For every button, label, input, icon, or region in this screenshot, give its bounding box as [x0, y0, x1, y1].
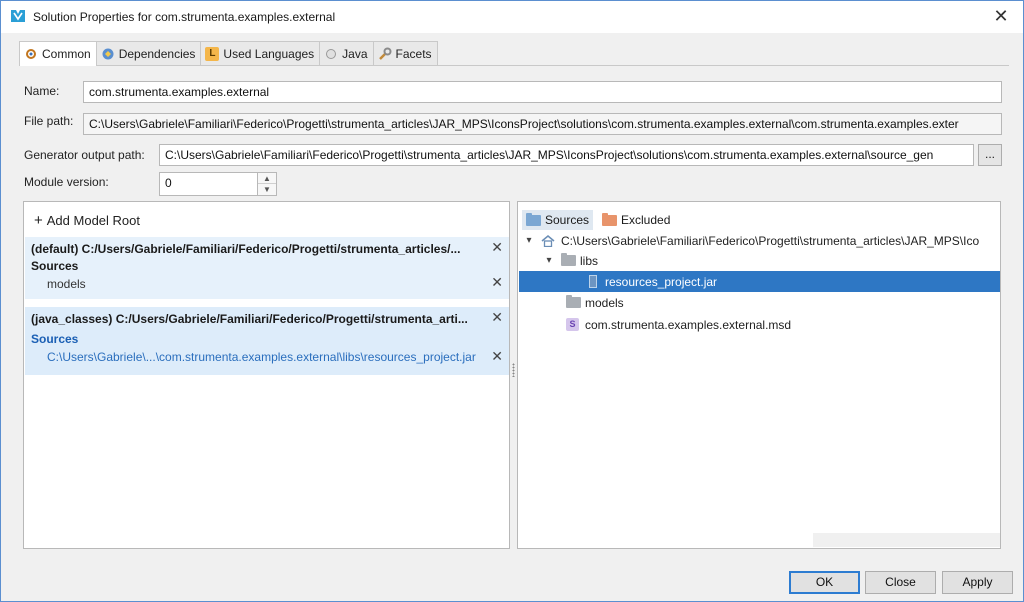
tab-java[interactable]: Java [319, 41, 374, 65]
sources-heading: Sources [31, 259, 79, 273]
spinner-down-icon[interactable]: ▼ [258, 184, 276, 195]
sources-heading: Sources [31, 332, 79, 346]
tree-row-root[interactable]: ▾ C:\Users\Gabriele\Familiari\Federico\P… [519, 230, 1000, 251]
scroll-corner [813, 533, 1000, 547]
models-folder-icon [566, 295, 581, 308]
tree-root-label: C:\Users\Gabriele\Familiari\Federico\Pro… [561, 233, 980, 248]
model-root-header: (default) C:/Users/Gabriele/Familiari/Fe… [31, 242, 461, 256]
model-root-header: (java_classes) C:/Users/Gabriele/Familia… [31, 312, 468, 326]
file-path-label: File path: [24, 114, 74, 128]
add-model-root-label: Add Model Root [46, 213, 140, 228]
close-icon[interactable]: ✕ [991, 6, 1011, 26]
remove-root-icon[interactable]: ✕ [491, 239, 503, 256]
file-path-field[interactable]: C:\Users\Gabriele\Familiari\Federico\Pro… [83, 113, 1002, 135]
name-field[interactable]: com.strumenta.examples.external [83, 81, 1002, 103]
mps-logo-icon [11, 10, 25, 22]
tab-common-label: Common [42, 47, 91, 61]
window-title: Solution Properties for com.strumenta.ex… [33, 10, 336, 24]
tree-jar-label: resources_project.jar [605, 274, 718, 289]
tab-used-languages-label: Used Languages [223, 46, 315, 61]
model-root-java-classes[interactable]: (java_classes) C:/Users/Gabriele/Familia… [25, 307, 509, 375]
add-model-root-button[interactable]: + Add Model Root [34, 212, 140, 229]
tab-divider [19, 65, 1009, 66]
source-item[interactable]: C:\Users\Gabriele\...\com.strumenta.exam… [47, 350, 479, 364]
browse-button[interactable]: ... [978, 144, 1002, 166]
tab-used-languages[interactable]: L Used Languages [200, 41, 321, 65]
home-icon [541, 234, 555, 247]
remove-source-icon[interactable]: ✕ [491, 348, 503, 365]
dependencies-icon [101, 47, 115, 61]
tab-dependencies[interactable]: Dependencies [95, 41, 202, 65]
ok-button[interactable]: OK [789, 571, 860, 594]
tree-libs-label: libs [580, 253, 599, 268]
tree-models-label: models [585, 295, 624, 310]
generator-output-path-field[interactable]: C:\Users\Gabriele\Familiari\Federico\Pro… [159, 144, 974, 166]
tab-facets-label: Facets [395, 46, 432, 61]
language-l-icon: L [205, 46, 220, 61]
tree-row-jar[interactable]: resources_project.jar [519, 271, 1000, 292]
version-spinner[interactable]: ▲ ▼ [257, 172, 277, 196]
sources-folder-icon [526, 212, 541, 226]
dialog-window: Solution Properties for com.strumenta.ex… [0, 0, 1024, 602]
facets-wrench-icon [378, 47, 392, 61]
name-label: Name: [24, 84, 60, 98]
model-roots-panel: + Add Model Root (default) C:/Users/Gabri… [23, 201, 510, 549]
plus-icon: + [34, 212, 43, 229]
source-item[interactable]: models [47, 277, 86, 291]
remove-source-icon[interactable]: ✕ [491, 274, 503, 291]
sources-toggle-label: Sources [545, 213, 590, 227]
tree-row-msd[interactable]: S com.strumenta.examples.external.msd [519, 314, 1000, 335]
jar-icon [589, 275, 597, 288]
tab-strip: Common Dependencies L Used Languages Jav… [19, 41, 438, 66]
module-version-label: Module version: [24, 175, 109, 189]
chevron-down-icon[interactable]: ▾ [543, 255, 555, 266]
solution-s-icon: S [566, 318, 579, 331]
spinner-up-icon[interactable]: ▲ [258, 173, 276, 184]
excluded-folder-icon [602, 212, 617, 226]
module-version-field[interactable]: 0 [159, 172, 258, 196]
model-root-default[interactable]: (default) C:/Users/Gabriele/Familiari/Fe… [25, 237, 509, 299]
tree-row-models[interactable]: models [519, 292, 1000, 313]
sources-toggle[interactable]: Sources [522, 210, 594, 230]
chevron-down-icon[interactable]: ▾ [523, 235, 535, 246]
libs-folder-icon [561, 253, 576, 266]
title-bar: Solution Properties for com.strumenta.ex… [1, 1, 1023, 33]
excluded-toggle-label: Excluded [621, 213, 671, 227]
tab-common[interactable]: Common [19, 41, 97, 66]
tab-java-label: Java [342, 46, 368, 61]
tab-facets[interactable]: Facets [372, 41, 438, 65]
close-button[interactable]: Close [865, 571, 936, 594]
generator-output-path-label: Generator output path: [24, 148, 145, 162]
excluded-toggle[interactable]: Excluded [598, 210, 674, 230]
java-icon [324, 47, 338, 61]
splitter-handle[interactable] [512, 363, 515, 377]
tree-row-libs[interactable]: ▾ libs [519, 250, 1000, 271]
source-tree-panel: Sources Excluded ▾ C:\Users\Gabriele\Fam… [517, 201, 1001, 549]
remove-root-icon[interactable]: ✕ [491, 309, 503, 326]
tree-msd-label: com.strumenta.examples.external.msd [585, 317, 792, 332]
apply-button[interactable]: Apply [942, 571, 1013, 594]
common-gear-icon [24, 47, 38, 61]
tab-dependencies-label: Dependencies [118, 46, 196, 61]
